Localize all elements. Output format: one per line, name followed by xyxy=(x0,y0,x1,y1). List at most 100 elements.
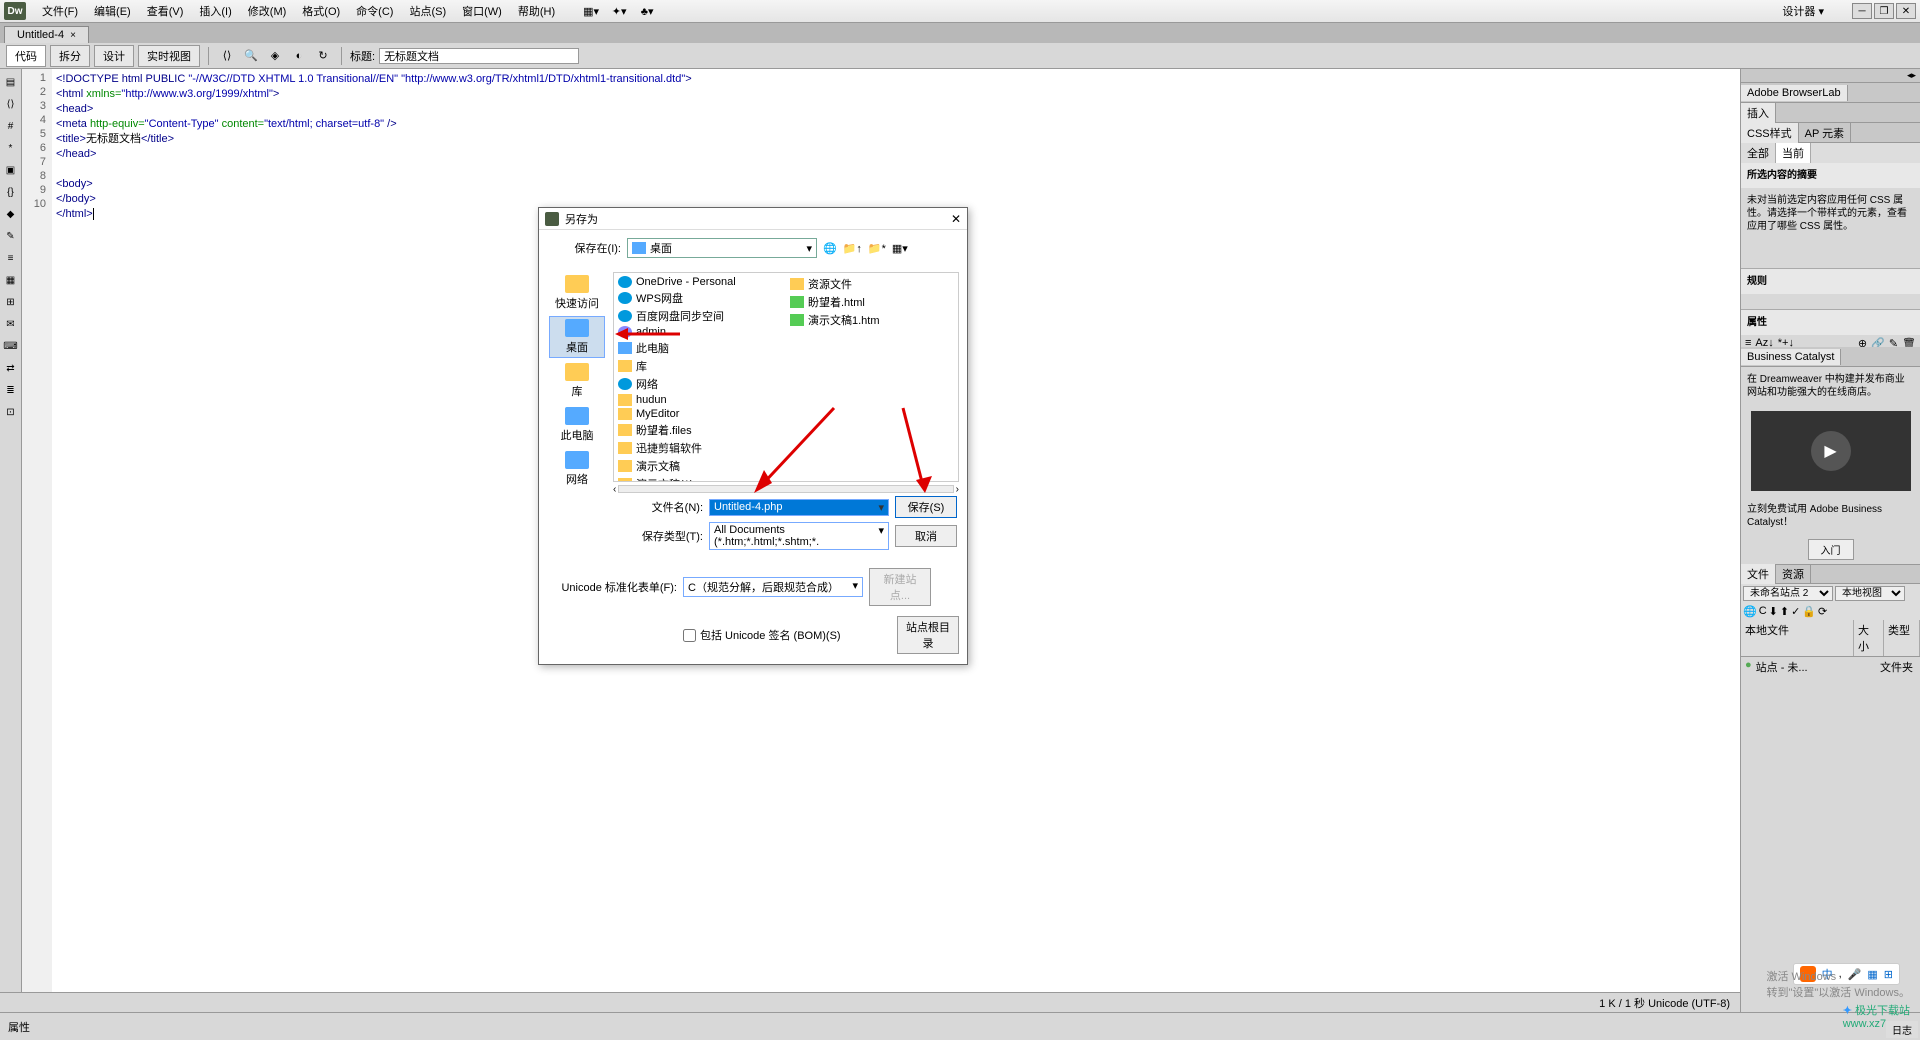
bc-video-thumb[interactable]: ▶ xyxy=(1751,411,1911,491)
workspace-switcher[interactable]: 设计器 ▾ xyxy=(1774,1,1832,21)
browserlab-tab[interactable]: Adobe BrowserLab xyxy=(1741,85,1848,101)
prop-icon[interactable]: 🔗 xyxy=(1871,337,1885,345)
layout-icon[interactable]: ▦▾ xyxy=(583,3,599,19)
file-item[interactable]: 网络 xyxy=(616,375,784,393)
prop-icon[interactable]: Az↓ xyxy=(1755,337,1773,345)
cancel-button[interactable]: 取消 xyxy=(895,525,957,547)
assets-tab[interactable]: 资源 xyxy=(1776,564,1811,584)
check-icon[interactable]: ◈ xyxy=(265,46,285,66)
menu-file[interactable]: 文件(F) xyxy=(34,1,86,21)
new-folder-icon[interactable]: 📁* xyxy=(868,242,886,255)
up-icon[interactable]: 📁↑ xyxy=(843,242,862,255)
back-icon[interactable]: 🌐 xyxy=(823,242,837,255)
tool-icon[interactable]: ▤ xyxy=(2,73,20,91)
inspect-icon[interactable]: 🔍 xyxy=(241,46,261,66)
menu-help[interactable]: 帮助(H) xyxy=(510,1,563,21)
tool-icon[interactable]: ◆ xyxy=(2,205,20,223)
title-input[interactable] xyxy=(379,48,579,64)
save-button[interactable]: 保存(S) xyxy=(895,496,957,518)
files-tool-icon[interactable]: ⬆ xyxy=(1780,605,1789,618)
ap-elements-tab[interactable]: AP 元素 xyxy=(1799,123,1852,143)
menu-insert[interactable]: 插入(I) xyxy=(191,1,239,21)
file-item[interactable]: 演示文稿1.htm xyxy=(788,311,956,329)
document-tab[interactable]: Untitled-4 × xyxy=(4,26,89,43)
files-tool-icon[interactable]: C xyxy=(1759,605,1767,618)
file-item[interactable]: WPS网盘 xyxy=(616,289,784,307)
close-button[interactable]: ✕ xyxy=(1896,3,1916,19)
place-quick-access[interactable]: 快速访问 xyxy=(549,272,605,314)
col-local[interactable]: 本地文件 xyxy=(1741,620,1854,656)
restore-button[interactable]: ❐ xyxy=(1874,3,1894,19)
menu-format[interactable]: 格式(O) xyxy=(294,1,348,21)
tool-icon[interactable]: ⇄ xyxy=(2,359,20,377)
files-tool-icon[interactable]: ⬇ xyxy=(1769,605,1778,618)
css-all-button[interactable]: 全部 xyxy=(1741,143,1776,163)
site-select[interactable]: 未命名站点 2 xyxy=(1743,586,1833,601)
tool-icon[interactable]: # xyxy=(2,117,20,135)
bom-checkbox[interactable]: 包括 Unicode 签名 (BOM)(S) xyxy=(683,627,891,643)
minimize-button[interactable]: ─ xyxy=(1852,3,1872,19)
tool-icon[interactable]: ≡ xyxy=(2,249,20,267)
prop-icon[interactable]: ⊕ xyxy=(1858,337,1867,345)
menu-view[interactable]: 查看(V) xyxy=(139,1,192,21)
files-tool-icon[interactable]: 🌐 xyxy=(1743,605,1757,618)
design-view-button[interactable]: 设计 xyxy=(94,45,134,67)
menu-modify[interactable]: 修改(M) xyxy=(240,1,295,21)
file-item[interactable]: OneDrive - Personal xyxy=(616,275,784,289)
file-row[interactable]: ● 站点 - 未... 文件夹 xyxy=(1741,657,1920,677)
location-combo[interactable]: 桌面▾ xyxy=(627,238,817,258)
tab-close-icon[interactable]: × xyxy=(70,30,76,41)
code-view-button[interactable]: 代码 xyxy=(6,45,46,67)
file-item[interactable]: 演示文稿(1) xyxy=(616,475,784,482)
panel-collapse-icon[interactable]: ◂▸ xyxy=(1741,69,1920,83)
prop-icon[interactable]: ≡ xyxy=(1745,337,1751,345)
tool-icon[interactable]: ▣ xyxy=(2,161,20,179)
place-desktop[interactable]: 桌面 xyxy=(549,316,605,358)
tool-icon[interactable]: ✎ xyxy=(2,227,20,245)
business-catalyst-tab[interactable]: Business Catalyst xyxy=(1741,349,1841,365)
refresh-icon[interactable]: ↻ xyxy=(313,46,333,66)
bc-start-button[interactable]: 入门 xyxy=(1808,539,1854,560)
dialog-close-button[interactable]: ✕ xyxy=(951,212,961,226)
file-item[interactable]: 盼望着.files xyxy=(616,421,784,439)
menu-window[interactable]: 窗口(W) xyxy=(454,1,510,21)
file-item[interactable]: 资源文件 xyxy=(788,275,956,293)
file-item[interactable]: 此电脑 xyxy=(616,339,784,357)
menu-commands[interactable]: 命令(C) xyxy=(348,1,401,21)
site-icon[interactable]: ♣▾ xyxy=(639,3,655,19)
place-network[interactable]: 网络 xyxy=(549,448,605,490)
file-item[interactable]: 迅捷剪辑软件 xyxy=(616,439,784,457)
tool-icon[interactable]: ≣ xyxy=(2,381,20,399)
tool-icon[interactable]: ✉ xyxy=(2,315,20,333)
live-code-icon[interactable]: ⟨⟩ xyxy=(217,46,237,66)
split-view-button[interactable]: 拆分 xyxy=(50,45,90,67)
col-size[interactable]: 大小 xyxy=(1854,620,1884,656)
menu-edit[interactable]: 编辑(E) xyxy=(86,1,139,21)
siteroot-button[interactable]: 站点根目录 xyxy=(897,616,959,654)
unicode-combo[interactable]: C（规范分解，后跟规范合成）▾ xyxy=(683,577,863,597)
view-select[interactable]: 本地视图 xyxy=(1835,586,1905,601)
file-item[interactable]: 盼望着.html xyxy=(788,293,956,311)
menu-site[interactable]: 站点(S) xyxy=(401,1,454,21)
tool-icon[interactable]: * xyxy=(2,139,20,157)
filetype-combo[interactable]: All Documents (*.htm;*.html;*.shtm;*.▾ xyxy=(709,522,889,550)
scrollbar[interactable] xyxy=(618,485,953,493)
files-tool-icon[interactable]: ⟳ xyxy=(1818,605,1827,618)
file-list[interactable]: OneDrive - PersonalWPS网盘百度网盘同步空间admin此电脑… xyxy=(613,272,959,482)
file-item[interactable]: 库 xyxy=(616,357,784,375)
view-menu-icon[interactable]: ▦▾ xyxy=(892,242,908,255)
extend-icon[interactable]: ✦▾ xyxy=(611,3,627,19)
css-styles-tab[interactable]: CSS样式 xyxy=(1741,123,1799,143)
tool-icon[interactable]: ⟨⟩ xyxy=(2,95,20,113)
tool-icon[interactable]: ⊡ xyxy=(2,403,20,421)
files-tool-icon[interactable]: ✓ xyxy=(1791,605,1800,618)
prop-icon[interactable]: ✎ xyxy=(1889,337,1898,345)
tool-icon[interactable]: ⌨ xyxy=(2,337,20,355)
css-current-button[interactable]: 当前 xyxy=(1776,143,1811,163)
tool-icon[interactable]: {} xyxy=(2,183,20,201)
file-item[interactable]: 演示文稿 xyxy=(616,457,784,475)
files-tool-icon[interactable]: 🔒 xyxy=(1802,605,1816,618)
log-button[interactable]: 日志 xyxy=(1886,1021,1918,1038)
prop-icon[interactable]: *+↓ xyxy=(1778,337,1794,345)
file-item[interactable]: 百度网盘同步空间 xyxy=(616,307,784,325)
